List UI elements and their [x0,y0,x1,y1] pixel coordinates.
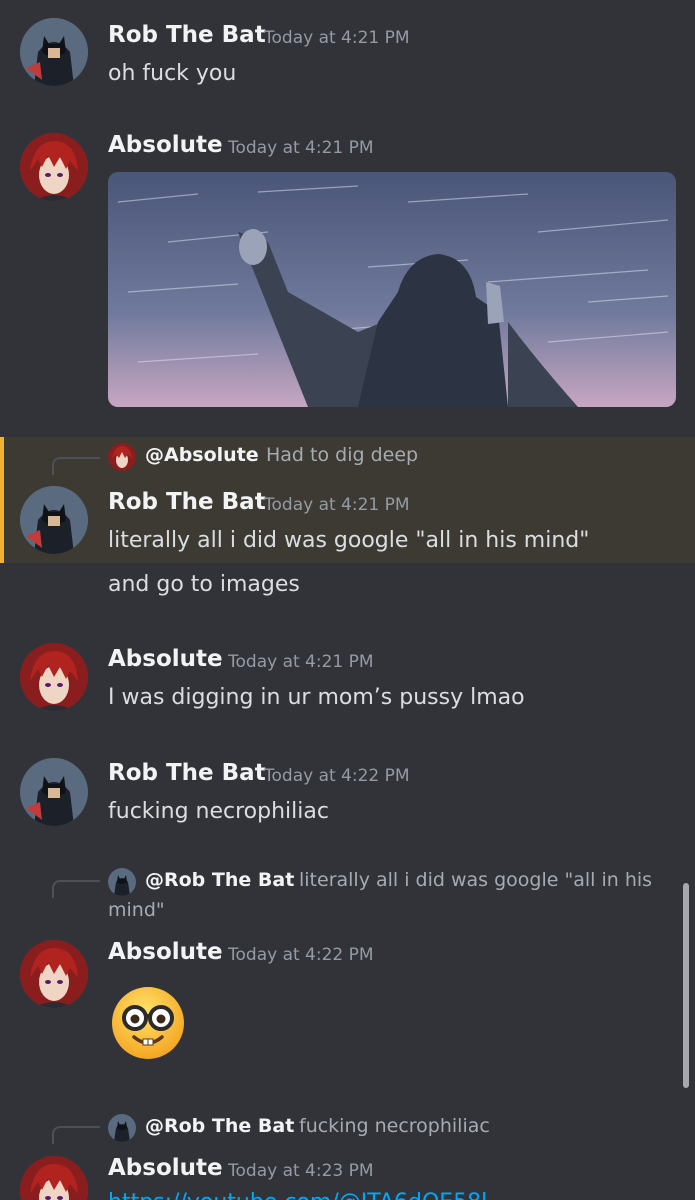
message-text: literally all i did was google "all in h… [108,528,590,553]
timestamp: Today at 4:21 PM [264,495,410,515]
author-name[interactable]: Rob The Bat [108,760,266,786]
timestamp: Today at 4:22 PM [228,945,374,965]
reply-avatar [108,868,136,896]
chat-view: Rob The Bat Today at 4:21 PM oh fuck you… [0,0,695,1200]
reply-preview[interactable]: fucking necrophiliac [299,1115,490,1137]
reply-mention[interactable]: @Absolute [145,444,259,466]
reply-preview-continued[interactable]: mind" [108,899,165,921]
reply-spine [52,880,100,898]
timestamp: Today at 4:21 PM [228,652,374,672]
message-link[interactable]: https://youtube.com/@JTA6dQE58l [108,1190,487,1200]
reply-avatar [108,1114,136,1142]
author-name[interactable]: Absolute [108,646,223,672]
avatar-absolute[interactable] [20,1156,88,1200]
author-name[interactable]: Absolute [108,939,223,965]
timestamp: Today at 4:23 PM [228,1161,374,1181]
author-name[interactable]: Absolute [108,1155,223,1181]
avatar-rob-the-bat[interactable] [20,486,88,554]
reply-preview[interactable]: literally all i did was google "all in h… [299,869,652,891]
author-name[interactable]: Rob The Bat [108,22,266,48]
message-text: oh fuck you [108,61,237,86]
avatar-absolute[interactable] [20,133,88,201]
reply-spine [52,457,100,475]
reply-avatar [108,443,136,471]
reply-mention[interactable]: @Rob The Bat [145,1115,294,1137]
embedded-image[interactable] [108,172,676,407]
reply-spine [52,1126,100,1144]
timestamp: Today at 4:22 PM [264,766,410,786]
message-text: fucking necrophiliac [108,799,329,824]
nerd-face-emoji[interactable] [110,985,186,1061]
timestamp: Today at 4:21 PM [228,138,374,158]
author-name[interactable]: Rob The Bat [108,489,266,515]
timestamp: Today at 4:21 PM [264,28,410,48]
avatar-rob-the-bat[interactable] [20,18,88,86]
avatar-absolute[interactable] [20,940,88,1008]
scrollbar-thumb[interactable] [683,883,689,1088]
avatar-rob-the-bat[interactable] [20,758,88,826]
avatar-absolute[interactable] [20,643,88,711]
message-text: I was digging in ur mom’s pussy lmao [108,685,525,710]
author-name[interactable]: Absolute [108,132,223,158]
message-text: and go to images [108,572,300,597]
reply-preview[interactable]: Had to dig deep [266,444,418,466]
reply-mention[interactable]: @Rob The Bat [145,869,294,891]
